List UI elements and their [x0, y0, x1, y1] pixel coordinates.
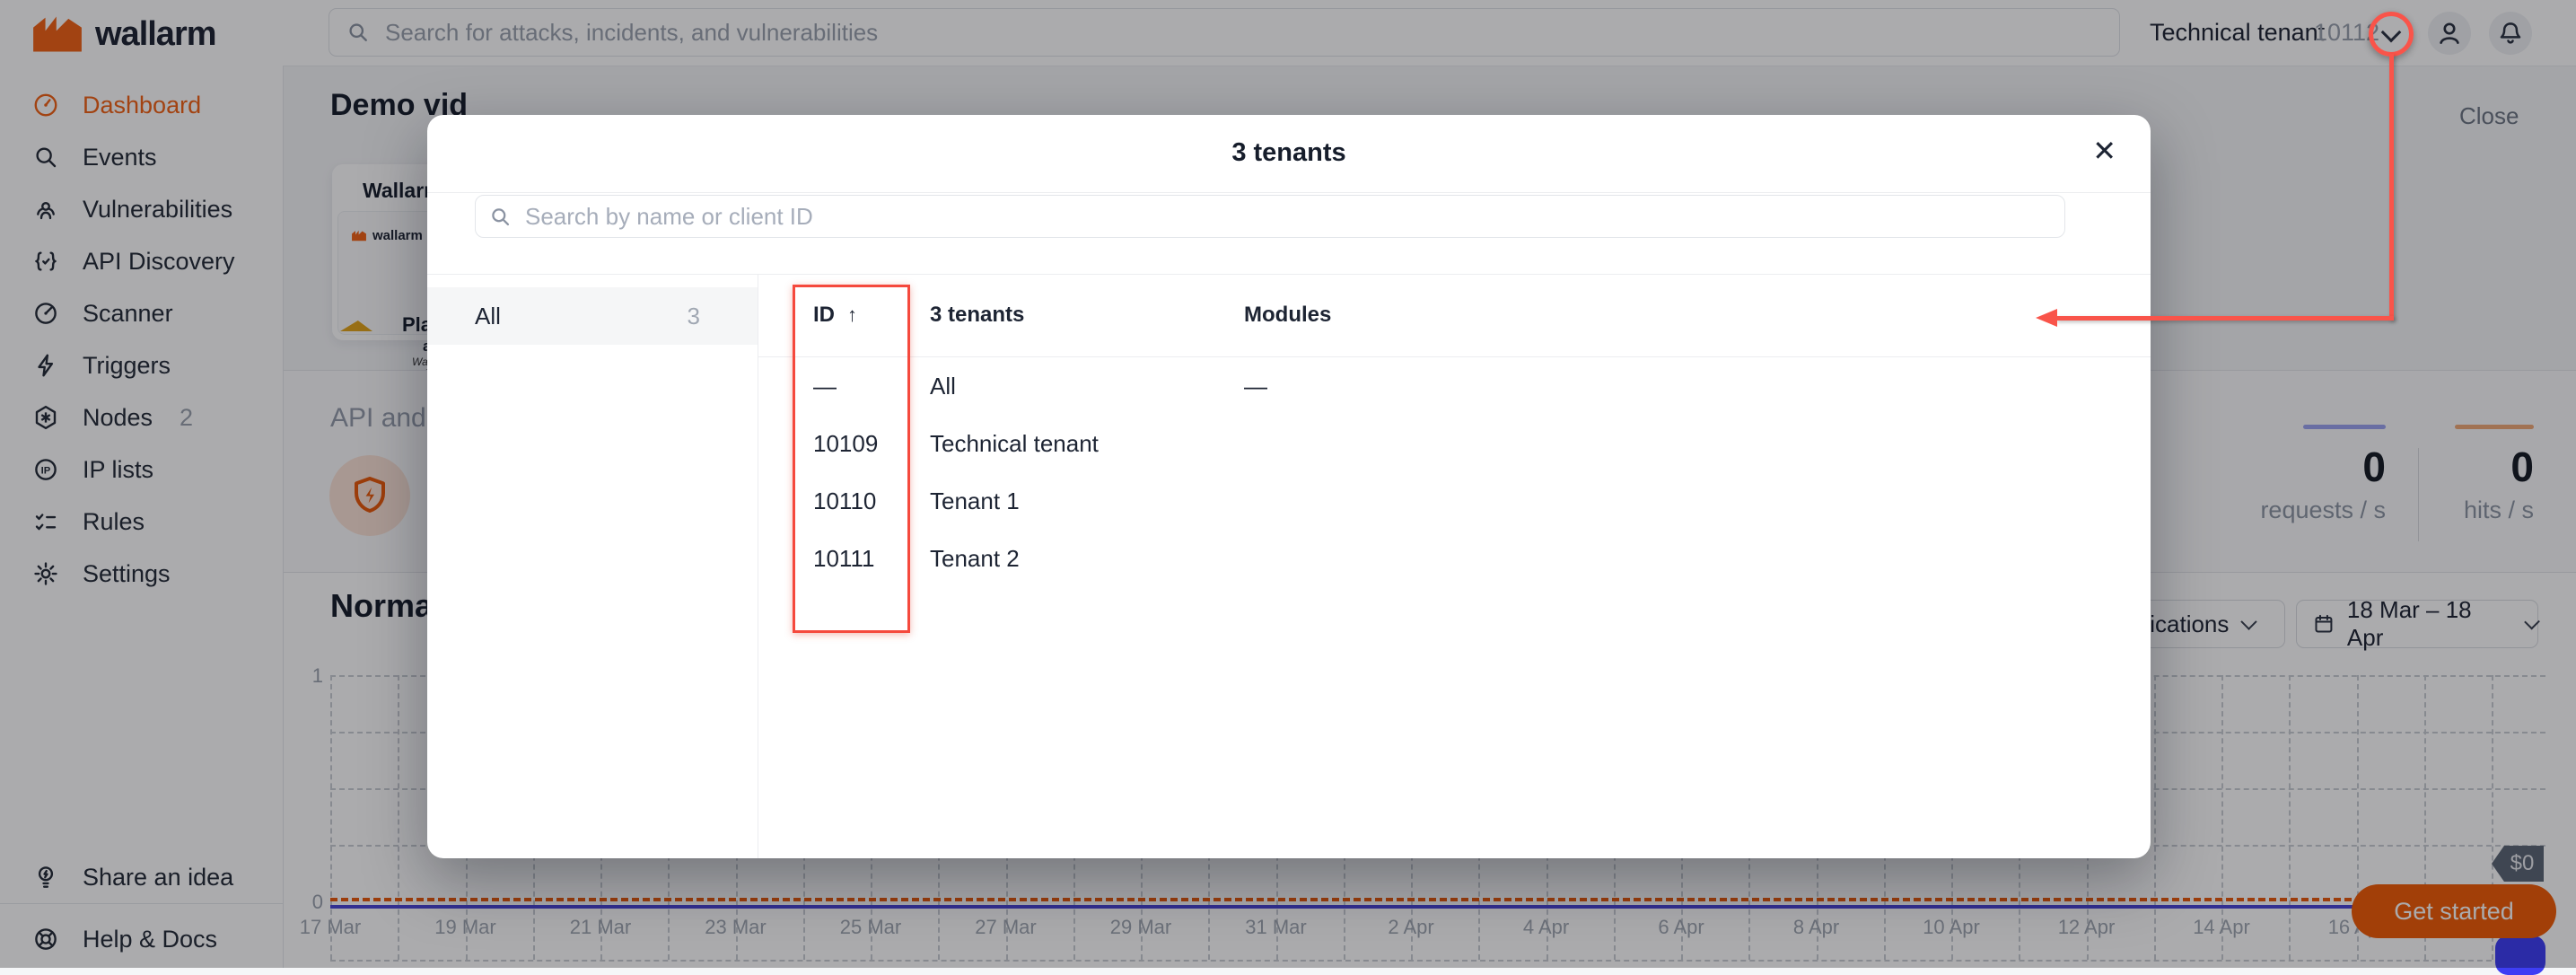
tenant-search[interactable]: [475, 195, 2065, 238]
annotation-line-vertical: [2389, 54, 2394, 320]
column-header-modules[interactable]: Modules: [1244, 303, 2151, 328]
column-header-tenants[interactable]: 3 tenants: [930, 303, 1244, 328]
table-row[interactable]: 10109 Technical tenant: [758, 415, 2151, 472]
cell-name: Tenant 2: [930, 545, 1244, 573]
tenant-group-label: All: [475, 303, 501, 330]
modal-title: 3 tenants: [427, 138, 2151, 168]
annotation-arrowhead: [2036, 309, 2057, 327]
annotation-line-horizontal: [2055, 316, 2394, 321]
cell-name: Technical tenant: [930, 430, 1244, 458]
tenant-group-count: 3: [688, 303, 700, 330]
close-icon[interactable]: ✕: [2092, 136, 2116, 165]
cell-name: All: [930, 373, 1244, 400]
search-icon: [488, 205, 513, 229]
tenant-group-panel: All 3: [427, 275, 758, 858]
tenants-modal: 3 tenants ✕ All 3 ID↑ 3 tenants Modules …: [427, 115, 2151, 858]
annotation-ring: [2369, 12, 2414, 57]
tenants-table-body: — All — 10109 Technical tenant 10110 Ten…: [758, 357, 2151, 587]
table-row[interactable]: 10110 Tenant 1: [758, 472, 2151, 530]
tenants-table-header: ID↑ 3 tenants Modules: [758, 274, 2151, 357]
tenants-table: ID↑ 3 tenants Modules — All — 10109 Tech…: [758, 274, 2151, 858]
cell-name: Tenant 1: [930, 488, 1244, 515]
cell-modules: —: [1244, 373, 2151, 400]
modal-divider: [427, 192, 2151, 193]
tenant-search-input[interactable]: [523, 202, 2064, 232]
id-column-highlight-annotation: [793, 285, 910, 633]
table-row[interactable]: — All —: [758, 357, 2151, 415]
tenant-group-all[interactable]: All 3: [427, 287, 758, 345]
table-row[interactable]: 10111 Tenant 2: [758, 530, 2151, 587]
